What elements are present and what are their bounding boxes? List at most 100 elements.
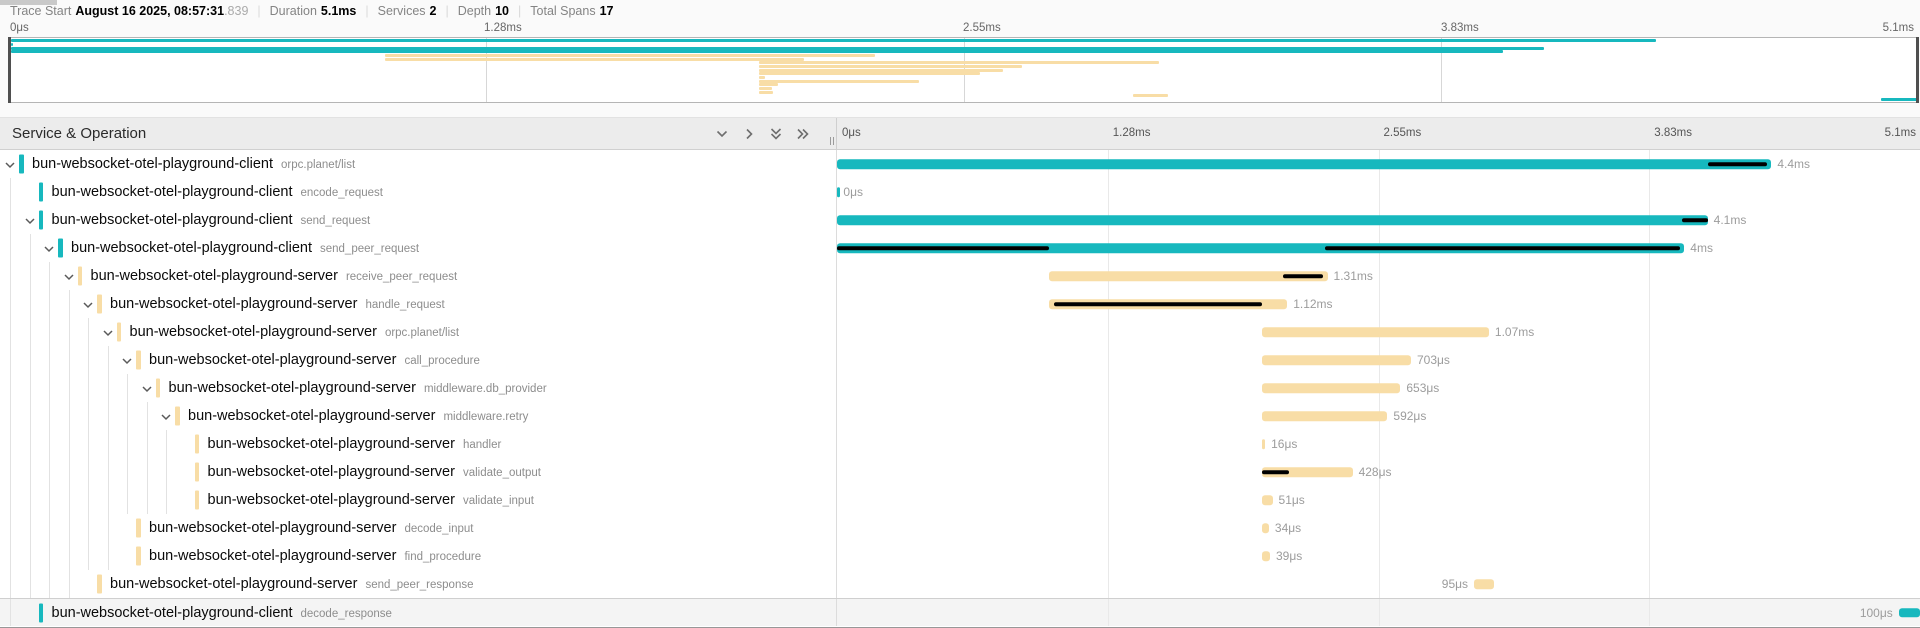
span-row[interactable]: bun-websocket-otel-playground-clientsend… (0, 206, 1920, 234)
critical-path-segment (1283, 274, 1323, 278)
span-row[interactable]: bun-websocket-otel-playground-servercall… (0, 346, 1920, 374)
span-row[interactable]: bun-websocket-otel-playground-serverfind… (0, 542, 1920, 570)
chevron-down-icon[interactable] (82, 298, 94, 310)
span-row[interactable]: bun-websocket-otel-playground-clientdeco… (0, 598, 1920, 626)
span-row[interactable]: bun-websocket-otel-playground-serverhand… (0, 430, 1920, 458)
span-duration-bar[interactable] (837, 159, 1771, 169)
chevron-down-icon[interactable] (141, 382, 153, 394)
service-name: bun-websocket-otel-playground-servervali… (208, 492, 534, 508)
span-duration-bar[interactable] (1262, 495, 1273, 505)
chevron-down-icon[interactable] (121, 354, 133, 366)
chevron-down-icon[interactable] (4, 158, 16, 170)
span-row[interactable]: bun-websocket-otel-playground-serverhand… (0, 290, 1920, 318)
span-row[interactable]: bun-websocket-otel-playground-serverdeco… (0, 514, 1920, 542)
column-resizer-grip[interactable] (830, 137, 834, 145)
span-name-cell[interactable]: bun-websocket-otel-playground-serversend… (0, 570, 837, 598)
span-timeline-cell[interactable]: 1.31ms (837, 262, 1920, 290)
indent-guide (30, 458, 31, 486)
indent-guide (10, 458, 11, 486)
span-name-cell[interactable]: bun-websocket-otel-playground-clientsend… (0, 206, 837, 234)
span-row[interactable]: bun-websocket-otel-playground-clientsend… (0, 234, 1920, 262)
span-name-cell[interactable]: bun-websocket-otel-playground-servervali… (0, 458, 837, 486)
span-duration-bar[interactable] (1262, 439, 1265, 449)
span-row[interactable]: bun-websocket-otel-playground-servermidd… (0, 402, 1920, 430)
chevron-down-icon[interactable] (43, 242, 55, 254)
span-duration-bar[interactable] (837, 187, 840, 197)
span-row[interactable]: bun-websocket-otel-playground-servervali… (0, 486, 1920, 514)
span-name-cell[interactable]: bun-websocket-otel-playground-clientsend… (0, 234, 837, 262)
operation-name: orpc.planet/list (281, 159, 355, 171)
span-name-cell[interactable]: bun-websocket-otel-playground-serverhand… (0, 290, 837, 318)
chevron-down-icon[interactable] (63, 270, 75, 282)
span-row[interactable]: bun-websocket-otel-playground-serverorpc… (0, 318, 1920, 346)
span-name-cell[interactable]: bun-websocket-otel-playground-serverhand… (0, 430, 837, 458)
minimap-left-scrubber[interactable] (8, 37, 11, 103)
span-name-cell[interactable]: bun-websocket-otel-playground-servermidd… (0, 374, 837, 402)
span-name-cell[interactable]: bun-websocket-otel-playground-clientorpc… (0, 150, 837, 178)
operation-name: validate_output (463, 467, 541, 479)
chevron-down-icon[interactable] (24, 214, 36, 226)
minimap-right-scrubber[interactable] (1916, 37, 1919, 103)
span-timeline-cell[interactable]: 4.1ms (837, 206, 1920, 234)
span-duration-bar[interactable] (1262, 523, 1269, 533)
critical-path-segment (1708, 162, 1767, 166)
span-name-cell[interactable]: bun-websocket-otel-playground-clientenco… (0, 178, 837, 206)
span-timeline-cell[interactable]: 592μs (837, 402, 1920, 430)
span-name-cell[interactable]: bun-websocket-otel-playground-serverorpc… (0, 318, 837, 346)
timeline-gridline (1108, 486, 1109, 514)
indent-guide (30, 374, 31, 402)
span-timeline-cell[interactable]: 0μs (837, 178, 1920, 206)
span-timeline-cell[interactable]: 4.4ms (837, 150, 1920, 178)
span-row[interactable]: bun-websocket-otel-playground-servervali… (0, 458, 1920, 486)
span-duration-bar[interactable] (1262, 383, 1401, 393)
service-name: bun-websocket-otel-playground-servermidd… (188, 408, 528, 424)
span-row[interactable]: bun-websocket-otel-playground-serversend… (0, 570, 1920, 598)
expand-all-icon[interactable] (767, 125, 785, 143)
minimap-viewport[interactable] (8, 37, 1919, 103)
span-name-cell[interactable]: bun-websocket-otel-playground-serverrece… (0, 262, 837, 290)
span-name-cell[interactable]: bun-websocket-otel-playground-serverfind… (0, 542, 837, 570)
span-row[interactable]: bun-websocket-otel-playground-serverrece… (0, 262, 1920, 290)
span-row[interactable]: bun-websocket-otel-playground-clientenco… (0, 178, 1920, 206)
span-duration-bar[interactable] (1899, 608, 1920, 618)
span-timeline-cell[interactable]: 428μs (837, 458, 1920, 486)
span-timeline-cell[interactable]: 51μs (837, 486, 1920, 514)
span-timeline-cell[interactable]: 1.12ms (837, 290, 1920, 318)
operation-name: call_procedure (404, 355, 479, 367)
span-timeline-cell[interactable]: 95μs (837, 570, 1920, 598)
indent-guide (10, 599, 11, 626)
span-duration-bar[interactable] (1262, 355, 1411, 365)
span-duration-bar[interactable] (1474, 579, 1494, 589)
span-row[interactable]: bun-websocket-otel-playground-clientorpc… (0, 150, 1920, 178)
span-name-cell[interactable]: bun-websocket-otel-playground-servermidd… (0, 402, 837, 430)
chevron-down-icon[interactable] (160, 410, 172, 422)
collapse-one-icon[interactable] (740, 125, 758, 143)
span-row[interactable]: bun-websocket-otel-playground-servermidd… (0, 374, 1920, 402)
indent-guide (49, 542, 50, 570)
collapse-all-icon[interactable] (794, 125, 812, 143)
expand-one-icon[interactable] (713, 125, 731, 143)
chevron-down-icon[interactable] (102, 326, 114, 338)
span-timeline-cell[interactable]: 1.07ms (837, 318, 1920, 346)
service-color-indicator (175, 407, 180, 426)
span-timeline-cell[interactable]: 703μs (837, 346, 1920, 374)
divider: | (257, 4, 260, 18)
span-duration-bar[interactable] (1262, 411, 1388, 421)
service-operation-header: Service & Operation (0, 118, 837, 149)
span-timeline-cell[interactable]: 653μs (837, 374, 1920, 402)
service-color-indicator (97, 575, 102, 594)
span-duration-bar[interactable] (1262, 327, 1489, 337)
indent-guide (108, 514, 109, 542)
span-name-cell[interactable]: bun-websocket-otel-playground-serverdeco… (0, 514, 837, 542)
span-timeline-cell[interactable]: 39μs (837, 542, 1920, 570)
span-timeline-cell[interactable]: 100μs (837, 599, 1920, 626)
span-duration-bar[interactable] (1262, 551, 1270, 561)
span-name-cell[interactable]: bun-websocket-otel-playground-servercall… (0, 346, 837, 374)
indent-guide (10, 206, 11, 234)
span-timeline-cell[interactable]: 34μs (837, 514, 1920, 542)
span-timeline-cell[interactable]: 4ms (837, 234, 1920, 262)
span-duration-bar[interactable] (837, 215, 1708, 225)
span-name-cell[interactable]: bun-websocket-otel-playground-clientdeco… (0, 599, 837, 626)
span-timeline-cell[interactable]: 16μs (837, 430, 1920, 458)
span-name-cell[interactable]: bun-websocket-otel-playground-servervali… (0, 486, 837, 514)
